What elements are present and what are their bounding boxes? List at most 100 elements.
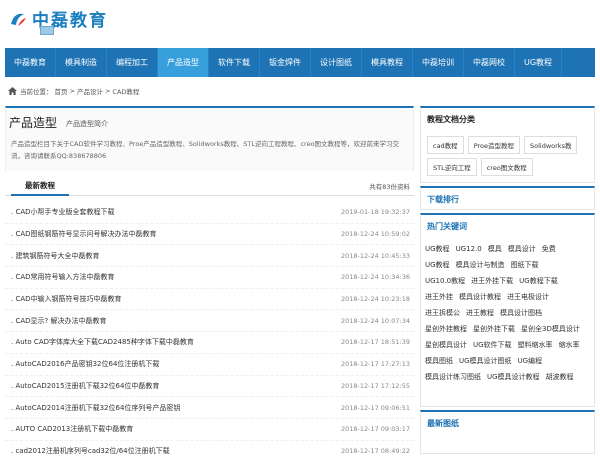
nav-item[interactable]: 编程加工 — [107, 48, 158, 77]
list-item-title[interactable]: . AUTO CAD2013注册机下载中磊教育 — [11, 424, 133, 434]
breadcrumb-home[interactable]: 首页 — [55, 86, 68, 96]
hot-keywords-list: UG教程 UG12.0 模具 模具设计 免费 UG教程 模具设计与制造 图纸下载 UG10.0教… — [421, 239, 594, 387]
keyword-link[interactable]: 模具设计与制造 — [456, 257, 505, 273]
list-item[interactable]: . CAD小帮手专业版全套教程下载 2019-01-18 19:32:37 — [5, 202, 414, 224]
keyword-link[interactable]: 进王外挂 — [425, 289, 453, 305]
keyword-link[interactable]: 星创外挂教程 — [425, 321, 467, 337]
list-item-title[interactable]: . AutoCAD2016产品密钥32位64位注册机下载 — [11, 359, 159, 369]
list-count: 共有83份资料 — [369, 183, 410, 191]
list-item-title[interactable]: . cad2012注册机序列号cad32位/64位注册机下载 — [11, 446, 170, 456]
keyword-link[interactable]: 星创外挂下载 — [473, 321, 515, 337]
breadcrumb-level2[interactable]: CAD教程 — [112, 86, 139, 96]
doc-category-tag[interactable]: cad教程 — [427, 136, 464, 154]
list-item[interactable]: . AutoCAD2014注册机下载32位64位序列号产品密钥 2018-12-1… — [5, 397, 414, 419]
tab-latest[interactable]: 最新教程 — [25, 180, 55, 191]
list-item-date: 2018-12-17 17:12:55 — [340, 381, 410, 390]
breadcrumb-prefix: 当前位置： — [20, 88, 53, 96]
list-item[interactable]: . CAD中输入钢筋符号技巧中磊教育 2018-12-24 10:23:18 — [5, 289, 414, 311]
keyword-link[interactable]: UG软件下载 — [473, 337, 512, 353]
doc-category-tag[interactable]: Solidworks教 — [524, 136, 578, 154]
keyword-link[interactable]: 塑料缩水率 — [518, 337, 553, 353]
list-item-date: 2018-12-17 09:06:51 — [340, 403, 410, 412]
nav-item[interactable]: 中磊教育 — [5, 48, 56, 77]
doc-category-tag[interactable]: creo图文教程 — [480, 158, 533, 176]
keyword-link[interactable]: 进王拆模公 — [425, 305, 460, 321]
list-item[interactable]: . cad2012注册机序列号cad32位/64位注册机下载 2018-12-17… — [5, 441, 414, 459]
list-item-title[interactable]: . Auto CAD字体库大全下载CAD2485种字体下载中磊教育 — [11, 337, 194, 347]
category-description: 产品造型栏目下关于CAD软件学习教程、Proe产品造型教程、Solidworks… — [11, 140, 400, 160]
list-item[interactable]: . AUTO CAD2013注册机下载中磊教育 2018-12-17 09:03:… — [5, 419, 414, 441]
list-item-date: 2018-12-17 08:49:22 — [340, 446, 410, 455]
main-nav: 中磊教育 模具制造 编程加工 产品造型 软件下载 钣金焊件 设计图纸 模具教程 中磊培训 中磊网校… — [5, 48, 595, 77]
keyword-link[interactable]: 星创模具设计 — [425, 337, 467, 353]
doc-category-tag[interactable]: Proe造型教程 — [467, 136, 520, 154]
keyword-link[interactable]: UG模具设计教程 — [487, 369, 540, 385]
header: 中磊教育 — [0, 0, 600, 48]
list-rows: . CAD小帮手专业版全套教程下载 2019-01-18 19:32:37. CA… — [5, 202, 414, 459]
keyword-link[interactable]: 进王电极设计 — [507, 289, 549, 305]
list-item-date: 2018-12-24 10:23:18 — [340, 295, 410, 304]
list-item[interactable]: . AutoCAD2016产品密钥32位64位注册机下载 2018-12-17 1… — [5, 354, 414, 376]
nav-item[interactable]: 钣金焊件 — [260, 48, 311, 77]
keyword-link[interactable]: 免费 — [542, 241, 556, 257]
list-item[interactable]: . CAD显示? 解决办法中磊教育 2018-12-24 10:07:34 — [5, 310, 414, 333]
keyword-link[interactable]: UG教程下载 — [519, 273, 558, 289]
keyword-link[interactable]: 模具设计练习图纸 — [425, 369, 481, 385]
nav-item[interactable]: 设计图纸 — [311, 48, 362, 77]
keyword-link[interactable]: 模具图纸 — [425, 353, 453, 369]
nav-item[interactable]: 中磊培训 — [413, 48, 464, 77]
nav-item[interactable]: 中磊网校 — [464, 48, 515, 77]
list-item-title[interactable]: . AutoCAD2014注册机下载32位64位序列号产品密钥 — [11, 403, 180, 413]
list-item[interactable]: . Auto CAD字体库大全下载CAD2485种字体下载中磊教育 2018-12… — [5, 332, 414, 354]
list-item-title[interactable]: . CAD中输入钢筋符号技巧中磊教育 — [11, 294, 122, 304]
hot-keywords-box: 热门关键词 UG教程 UG12.0 模具 模具设计 免费UG教程 模具设计与制造 图纸下载U… — [420, 213, 595, 407]
home-icon — [8, 87, 17, 95]
nav-item[interactable]: 软件下载 — [209, 48, 260, 77]
list-item[interactable]: . CAD图纸钢筋符号显示问号解决办法中磊教育 2018-12-24 10:59:… — [5, 224, 414, 246]
nav-item[interactable]: 产品造型 — [158, 48, 209, 77]
logo-badge-icon — [40, 26, 54, 35]
logo[interactable]: 中磊教育 — [8, 6, 108, 31]
nav-item[interactable]: 模具制造 — [56, 48, 107, 77]
keyword-link[interactable]: UG模具设计图纸 — [459, 353, 512, 369]
download-rank-box: 下载排行 — [420, 186, 595, 210]
sidebar: 教程文档分类 cad教程 Proe造型教程 Solidworks教 STL逆向工程 cr… — [420, 106, 595, 454]
list-item[interactable]: . 建筑钢筋符号大全中磊教育 2018-12-24 10:45:33 — [5, 245, 414, 268]
keyword-link[interactable]: 胡波教程 — [546, 369, 574, 385]
keyword-link[interactable]: 进王教程 — [466, 305, 494, 321]
keyword-link[interactable]: 进王外挂下载 — [471, 273, 513, 289]
keyword-link[interactable]: 星创全3D模具设计 — [521, 321, 580, 337]
list-item-date: 2018-12-24 10:07:34 — [340, 316, 410, 325]
doc-category-tag[interactable]: STL逆向工程 — [427, 158, 477, 176]
keyword-link[interactable]: UG12.0 — [456, 241, 482, 257]
list-item[interactable]: . CAD常用符号输入方法中磊教育 2018-12-24 10:34:36 — [5, 267, 414, 289]
breadcrumb-level1[interactable]: 产品设计 — [77, 86, 103, 96]
keyword-link[interactable]: 模具设计 — [508, 241, 536, 257]
latest-drawings-box: 最新图纸 — [420, 410, 595, 454]
keyword-link[interactable]: 模具设计教程 — [459, 289, 501, 305]
keyword-link[interactable]: UG教程 — [425, 241, 450, 257]
list-item[interactable]: . AutoCAD2015注册机下载32位64位中磊教育 2018-12-17 1… — [5, 376, 414, 398]
list-item-date: 2018-12-17 09:03:17 — [340, 425, 410, 434]
nav-item[interactable]: 模具教程 — [362, 48, 413, 77]
tutorial-list: 最新教程 共有83份资料 . CAD小帮手专业版全套教程下载 2019-01-18… — [5, 176, 414, 459]
keyword-link[interactable]: UG教程 — [425, 257, 450, 273]
keyword-link[interactable]: UG10.0教程 — [425, 273, 465, 289]
list-item-title[interactable]: . CAD显示? 解决办法中磊教育 — [11, 316, 106, 326]
list-item-title[interactable]: . AutoCAD2015注册机下载32位64位中磊教育 — [11, 381, 159, 391]
list-item-title[interactable]: . 建筑钢筋符号大全中磊教育 — [11, 251, 99, 261]
category-intro-link[interactable]: 产品造型简介 — [66, 119, 108, 129]
breadcrumb-sep: > — [69, 87, 75, 95]
doc-category-box: 教程文档分类 cad教程 Proe造型教程 Solidworks教 STL逆向工程 cr… — [420, 106, 595, 183]
keyword-link[interactable]: 模具 — [488, 241, 502, 257]
keyword-link[interactable]: UG编程 — [518, 353, 543, 369]
list-item-date: 2018-12-24 10:59:02 — [340, 230, 410, 239]
list-item-title[interactable]: . CAD常用符号输入方法中磊教育 — [11, 272, 115, 282]
keyword-link[interactable]: 缩水率 — [559, 337, 580, 353]
list-item-title[interactable]: . CAD图纸钢筋符号显示问号解决办法中磊教育 — [11, 229, 157, 239]
list-item-date: 2018-12-17 17:27:13 — [340, 360, 410, 369]
keyword-link[interactable]: 图纸下载 — [511, 257, 539, 273]
nav-item[interactable]: UG教程 — [515, 48, 563, 77]
keyword-link[interactable]: 模具设计图档 — [500, 305, 542, 321]
list-item-title[interactable]: . CAD小帮手专业版全套教程下载 — [11, 207, 115, 217]
